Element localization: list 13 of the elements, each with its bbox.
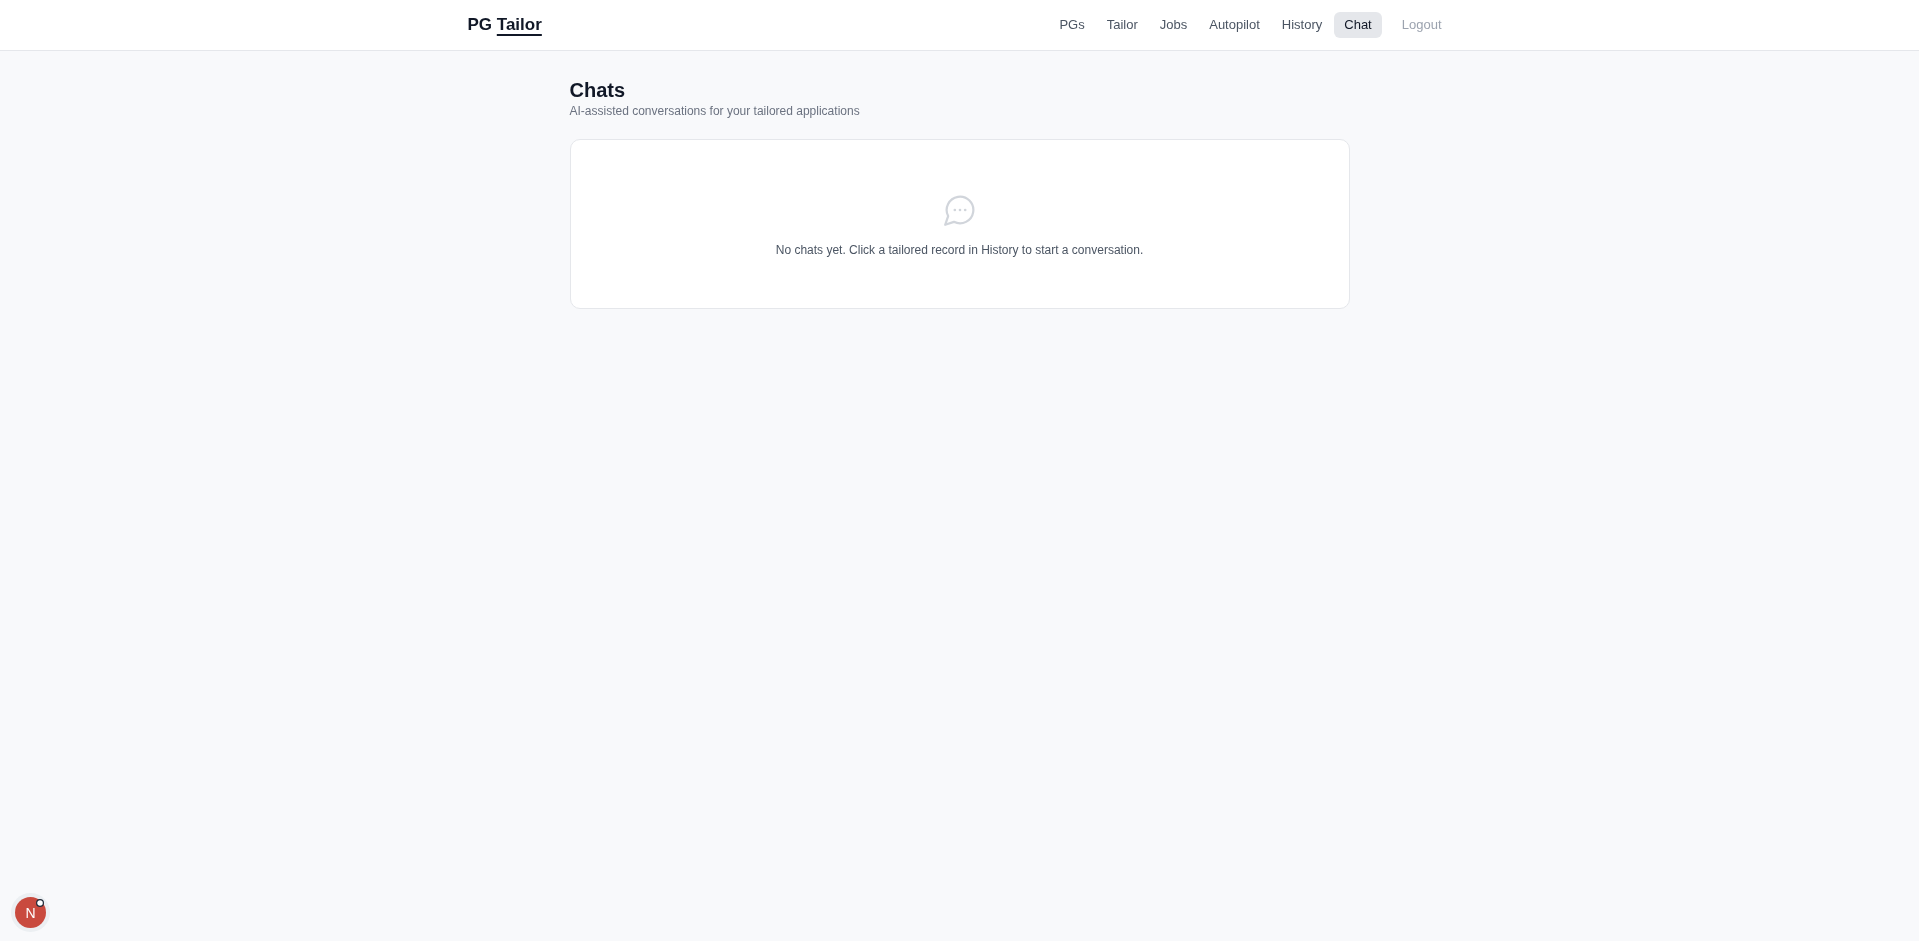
nav-tab[interactable]: History: [1271, 12, 1333, 38]
nav-tab[interactable]: Jobs: [1149, 12, 1198, 38]
status-dot-icon: [36, 899, 44, 907]
logo-link[interactable]: PG Tailor: [467, 15, 542, 35]
dev-tools-button[interactable]: N: [15, 897, 46, 928]
page-subtitle: AI-assisted conversations for your tailored applications: [569, 103, 861, 119]
empty-state-message: No chats yet. Click a tailored record in History to start a conversation.: [775, 242, 1144, 258]
page-title: Chats: [569, 78, 627, 102]
nav-tab[interactable]: PGs: [1049, 12, 1095, 38]
chat-bubble-icon: [943, 194, 976, 226]
nav-tab[interactable]: Tailor: [1096, 12, 1148, 38]
nav-tab[interactable]: Autopilot: [1199, 12, 1270, 38]
nav-tab[interactable]: Chat: [1334, 12, 1382, 38]
